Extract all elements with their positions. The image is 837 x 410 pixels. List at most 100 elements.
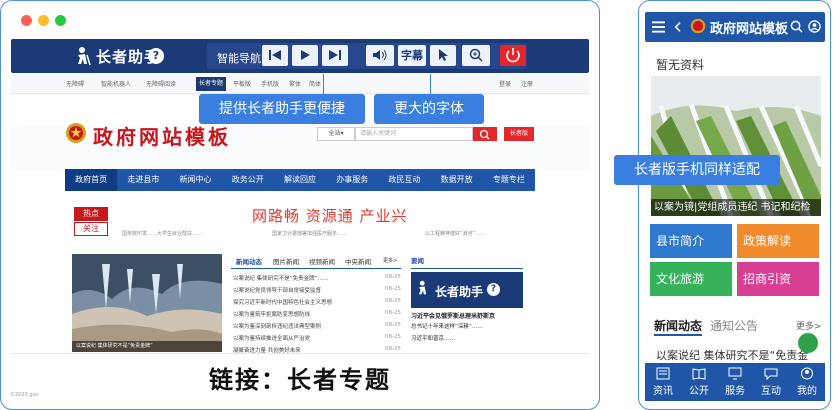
nav-item-data[interactable]: 数据开放: [431, 169, 483, 191]
mobile-more-link[interactable]: 更多>: [796, 319, 822, 332]
headline-item[interactable]: 习近平和普京……: [411, 334, 523, 342]
tile-investment[interactable]: 招商引资: [737, 262, 819, 296]
prev-button[interactable]: [262, 45, 288, 66]
footer-text: ©2023 gov: [10, 392, 39, 398]
search-icon[interactable]: [790, 20, 803, 33]
subbar-item-accessibility[interactable]: 无障碍: [66, 79, 84, 88]
greenhouse-photo[interactable]: [651, 76, 821, 216]
news-row[interactable]: 以案为鉴深刻剖析违纪违法典型案例 08-25: [233, 322, 401, 333]
chevron-left-icon[interactable]: [674, 21, 681, 33]
news-date: 08-25: [385, 298, 401, 304]
nav-item-news[interactable]: 新闻中心: [169, 169, 221, 191]
tile-policy[interactable]: 政策解读: [737, 224, 819, 258]
news-row[interactable]: 以案说纪党员领导干部自觉接受监督 08-25: [233, 286, 401, 297]
subbar-item-simplified[interactable]: 简体: [309, 79, 321, 88]
cursor-icon: [439, 49, 448, 61]
news-row[interactable]: 以案为鉴持续推进全面从严治党 08-25: [233, 334, 401, 345]
showcase-canvas: 长者助手 ? 智能导航 字幕 无障碍 智能机器人 无障碍阅读 长者专题 平板版 …: [0, 0, 837, 410]
bottom-tab-public[interactable]: 公开: [681, 363, 717, 401]
login-link[interactable]: 登录: [499, 79, 511, 88]
national-emblem-icon: [66, 123, 86, 143]
toolbar-help-button[interactable]: ?: [148, 48, 164, 64]
headline-item[interactable]: 总书记十年来这样“深耕”……: [411, 322, 523, 330]
nav-item-home[interactable]: 政府首页: [65, 169, 118, 191]
zoom-button[interactable]: [462, 45, 490, 66]
subbar-item-elder-topic[interactable]: 长者专题: [196, 77, 226, 91]
mobile-tab-news[interactable]: 新闻动态: [654, 317, 702, 334]
elder-version-button[interactable]: 长者版: [504, 127, 534, 141]
subbar-item-robot[interactable]: 智能机器人: [101, 79, 131, 88]
bottom-tab-service[interactable]: 服务: [717, 363, 753, 401]
bottom-tab-me[interactable]: 我的: [789, 363, 825, 401]
hot-line[interactable]: 以工程精神建好“淮河”……: [425, 230, 485, 237]
ice-cave-photo[interactable]: [72, 254, 222, 352]
headline-item[interactable]: 习近平会见俄罗斯总理米舒斯京: [411, 311, 523, 320]
nav-item-topics[interactable]: 专题专栏: [483, 169, 535, 191]
caption-button[interactable]: 字幕: [398, 45, 426, 66]
news-row[interactable]: 探究习近平新时代中国特色社会主义思想 08-25: [233, 298, 401, 309]
elder-person-icon: [419, 280, 427, 295]
bottom-tab-news[interactable]: 资讯: [645, 363, 681, 401]
nav-item-services[interactable]: 办事服务: [326, 169, 378, 191]
hot-line[interactable]: 国家卫计委部署加强医疗服务……: [272, 230, 347, 237]
close-dot-icon[interactable]: [21, 15, 32, 26]
volume-button[interactable]: [366, 45, 394, 66]
bottom-tab-label: 资讯: [653, 386, 673, 397]
callout-connector: [430, 74, 431, 94]
headlines-head: 要闻: [411, 255, 523, 269]
tile-county-intro[interactable]: 县市简介: [650, 224, 732, 258]
tab-underline: [654, 334, 702, 336]
register-link[interactable]: 注册: [521, 79, 533, 88]
minimize-dot-icon[interactable]: [38, 15, 49, 26]
site-title: 政府网站模板: [93, 125, 231, 149]
play-icon: [301, 50, 310, 60]
nav-item-interaction[interactable]: 政民互动: [378, 169, 430, 191]
mobile-tab-notice[interactable]: 通知公告: [710, 317, 758, 334]
tab-video-news[interactable]: 视频新闻: [309, 256, 335, 266]
hot-tag: 热点: [74, 207, 108, 221]
nav-item-interpret[interactable]: 解读回应: [274, 169, 326, 191]
subbar-item-tablet[interactable]: 平板版: [233, 79, 251, 88]
user-icon: [801, 367, 813, 380]
news-tabs: 新闻动态 图片新闻 视频新闻 中央新闻 更多>: [231, 255, 401, 269]
bottom-tab-label: 公开: [689, 386, 709, 397]
bottom-tab-interact[interactable]: 互动: [753, 363, 789, 401]
news-row[interactable]: 以案为鉴筑牢拒腐防变思想防线 08-25: [233, 310, 401, 321]
news-date: 08-25: [385, 310, 401, 316]
pointer-button[interactable]: [430, 45, 456, 66]
monitor-icon: [728, 367, 742, 380]
maximize-dot-icon[interactable]: [55, 15, 66, 26]
subbar-item-reading[interactable]: 无障碍阅读: [146, 79, 176, 88]
main-nav: 政府首页 走进县市 新闻中心 政务公开 解读回应 办事服务 政民互动 数据开放 …: [65, 169, 535, 191]
smart-nav-label: 智能导航: [217, 52, 261, 65]
exit-button[interactable]: [500, 45, 526, 66]
callout-font: 更大的字体: [374, 94, 484, 124]
search-button[interactable]: [473, 127, 497, 141]
news-date: 08-25: [385, 286, 401, 292]
bottom-tab-label: 互动: [761, 386, 781, 397]
next-button[interactable]: [322, 45, 348, 66]
skip-forward-icon: [329, 50, 341, 60]
chat-fab-icon[interactable]: [798, 333, 818, 353]
elder-topic-link[interactable]: 链接：长者专题: [0, 360, 600, 395]
more-link[interactable]: 更多>: [383, 257, 397, 264]
hot-line[interactable]: 国务院印发……大学生就业帮扶……: [122, 230, 202, 237]
user-icon[interactable]: [808, 20, 821, 33]
search-icon: [479, 129, 490, 140]
mobile-news-item[interactable]: 以案说纪 集体研究不是“免责金: [656, 347, 808, 363]
subbar-item-traditional[interactable]: 繁体: [289, 79, 301, 88]
elder-person-icon: [78, 47, 91, 66]
news-title: 探究习近平新时代中国特色社会主义思想: [233, 300, 333, 306]
tab-central-news[interactable]: 中央新闻: [345, 256, 371, 266]
tab-news[interactable]: 新闻动态: [236, 256, 262, 266]
subbar-item-mobile[interactable]: 手机版: [261, 79, 279, 88]
tab-photo-news[interactable]: 图片新闻: [273, 256, 299, 266]
news-row[interactable]: 以案说纪 集体研究不是“免责金牌”…… 08-25: [233, 274, 401, 285]
menu-icon[interactable]: [652, 21, 665, 33]
nav-item-affairs[interactable]: 政务公开: [222, 169, 274, 191]
search-scope-select[interactable]: 全站▾: [317, 127, 355, 141]
tile-culture[interactable]: 文化旅游: [650, 262, 732, 296]
play-button[interactable]: [292, 45, 318, 66]
nav-item-counties[interactable]: 走进县市: [117, 169, 169, 191]
search-input[interactable]: 请输入关键词: [355, 127, 473, 141]
